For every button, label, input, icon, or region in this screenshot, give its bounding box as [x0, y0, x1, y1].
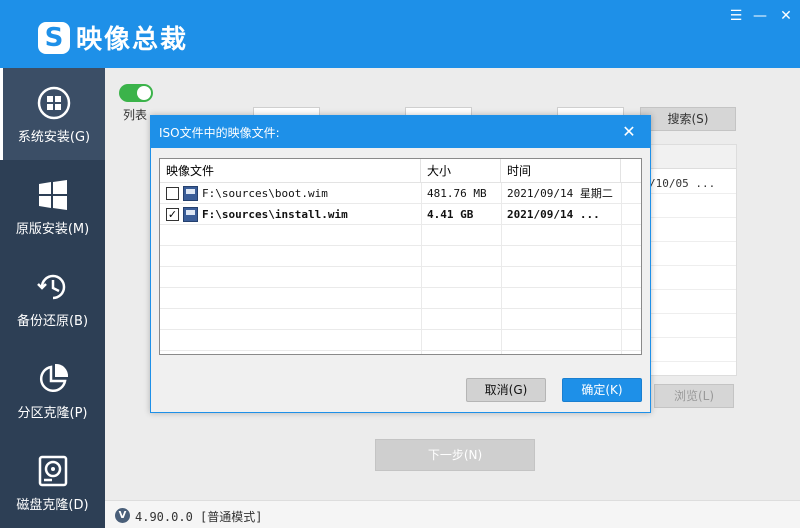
file-size: 481.76 MB: [427, 187, 487, 200]
column-divider: [621, 183, 622, 354]
next-step-button[interactable]: 下一步(N): [375, 439, 535, 471]
column-header-file[interactable]: 映像文件: [160, 159, 421, 183]
toggle-label: 列表: [123, 108, 148, 122]
version-badge-icon: V: [115, 508, 130, 523]
grid-divider: [641, 193, 736, 194]
grid-header: [641, 145, 736, 169]
menu-icon[interactable]: ☰: [726, 8, 746, 24]
sidebar-item-disk-clone[interactable]: 磁盘克隆(D): [0, 436, 105, 528]
column-header-size[interactable]: 大小: [421, 159, 501, 183]
title-bar: S 映像总裁 ☰ — ✕: [0, 0, 800, 68]
sidebar-item-label: 原版安装(M): [15, 222, 90, 237]
image-list-background: /10/05 ...: [640, 144, 737, 376]
dialog-title: ISO文件中的映像文件:: [159, 126, 280, 140]
windows-logo-icon: [37, 86, 71, 120]
search-button[interactable]: 搜索(S): [640, 107, 736, 131]
sidebar-item-label: 备份还原(B): [16, 314, 89, 329]
app-title: 映像总裁: [76, 25, 189, 55]
browse-button[interactable]: 浏览(L): [654, 384, 734, 408]
file-time: 2021/09/14 星期二: [507, 187, 613, 200]
sidebar-item-original-install[interactable]: 原版安装(M): [0, 160, 105, 252]
status-bar: V 4.90.0.0 [普通模式]: [105, 500, 800, 528]
version-text: 4.90.0.0 [普通模式]: [135, 510, 263, 524]
list-view-toggle[interactable]: [119, 84, 153, 102]
grid-divider: [641, 337, 736, 338]
pie-chart-icon: [36, 362, 70, 396]
file-time: 2021/09/14 ...: [507, 208, 600, 221]
sidebar-item-backup-restore[interactable]: 备份还原(B): [0, 252, 105, 344]
grid-divider: [641, 217, 736, 218]
logo-mark-icon: S: [38, 21, 70, 54]
dialog-title-bar: ISO文件中的映像文件: ✕: [151, 116, 650, 148]
grid-divider: [641, 265, 736, 266]
app-logo: S 映像总裁: [38, 19, 188, 56]
grid-cell: /10/05 ...: [649, 177, 716, 190]
minimize-icon[interactable]: —: [750, 8, 770, 24]
ok-button[interactable]: 确定(K): [562, 378, 642, 402]
column-divider: [421, 183, 422, 354]
file-name: F:\sources\install.wim: [202, 208, 348, 221]
row-checkbox-checked[interactable]: ✓: [166, 208, 179, 221]
list-row-empty: [160, 225, 641, 246]
sidebar-item-label: 分区克隆(P): [17, 406, 88, 421]
windows-tiles-icon: [36, 178, 70, 212]
row-checkbox[interactable]: [166, 187, 179, 200]
disk-icon: [36, 454, 70, 488]
sidebar-item-label: 系统安装(G): [17, 130, 91, 145]
close-icon[interactable]: ✕: [776, 8, 796, 24]
iso-image-dialog: ISO文件中的映像文件: ✕ 映像文件 大小 时间 F:\sources\boo…: [150, 115, 651, 413]
list-row-empty: [160, 246, 641, 267]
grid-divider: [641, 289, 736, 290]
list-row-empty: [160, 309, 641, 330]
sidebar-item-partition-clone[interactable]: 分区克隆(P): [0, 344, 105, 436]
wim-file-icon: [183, 207, 198, 222]
list-row-empty: [160, 330, 641, 351]
file-name: F:\sources\boot.wim: [202, 187, 328, 200]
list-row-empty: [160, 267, 641, 288]
column-divider: [501, 183, 502, 354]
column-header-time[interactable]: 时间: [501, 159, 621, 183]
dialog-close-icon[interactable]: ✕: [620, 122, 638, 141]
sidebar: 系统安装(G) 原版安装(M) 备份还原(B) 分区克隆(P) 磁盘克隆(D): [0, 68, 105, 528]
cancel-button[interactable]: 取消(G): [466, 378, 546, 402]
grid-divider: [641, 313, 736, 314]
image-file-list: 映像文件 大小 时间 F:\sources\boot.wim 481.76 MB…: [159, 158, 642, 355]
list-header: 映像文件 大小 时间: [160, 159, 641, 183]
sidebar-item-label: 磁盘克隆(D): [16, 498, 89, 513]
file-size: 4.41 GB: [427, 208, 474, 221]
list-row-install-wim[interactable]: ✓ F:\sources\install.wim 4.41 GB 2021/09…: [160, 204, 641, 225]
grid-divider: [641, 361, 736, 362]
grid-divider: [641, 241, 736, 242]
wim-file-icon: [183, 186, 198, 201]
sidebar-item-system-install[interactable]: 系统安装(G): [0, 68, 105, 160]
clock-restore-icon: [36, 270, 70, 304]
list-row-empty: [160, 288, 641, 309]
list-row-boot-wim[interactable]: F:\sources\boot.wim 481.76 MB 2021/09/14…: [160, 183, 641, 204]
